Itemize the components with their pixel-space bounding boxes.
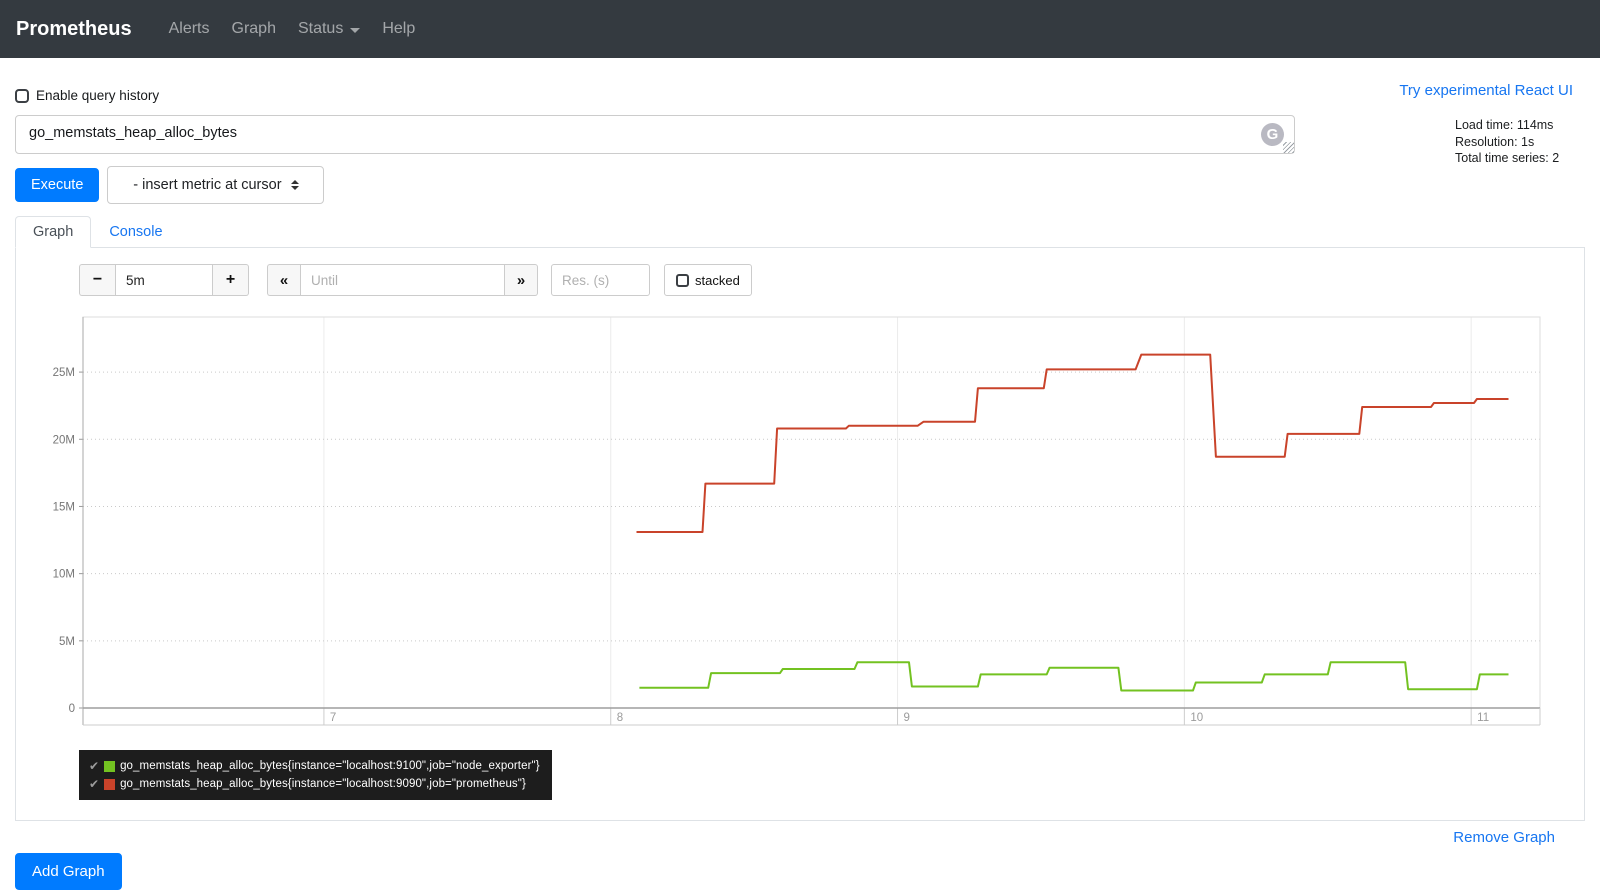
add-graph-button[interactable]: Add Graph: [15, 853, 122, 890]
legend-label: go_memstats_heap_alloc_bytes{instance="l…: [120, 760, 540, 772]
svg-text:10M: 10M: [53, 569, 75, 581]
execute-row: Execute - insert metric at cursor: [15, 166, 1585, 204]
stacked-toggle-button[interactable]: stacked: [664, 264, 752, 296]
series-swatch-green: [104, 760, 116, 772]
chart-legend: ✔ go_memstats_heap_alloc_bytes{instance=…: [79, 750, 552, 800]
check-icon: ✔: [89, 759, 100, 773]
range-input[interactable]: [115, 264, 213, 296]
stat-load-time: Load time: 114ms: [1455, 118, 1554, 132]
svg-text:25M: 25M: [53, 367, 75, 379]
query-history-row: Enable query history Try experimental Re…: [15, 82, 1585, 104]
brand-prometheus[interactable]: Prometheus: [16, 18, 132, 41]
query-stats: Load time: 114ms Resolution: 1s Total ti…: [1455, 117, 1559, 167]
graph-panel: − + « » stacked 7 8 9 10 11 0 5M 10M 15M 20M 25M ✔: [15, 248, 1585, 821]
nav-item-graph[interactable]: Graph: [232, 20, 276, 38]
nav-item-graph-label: Graph: [231, 20, 276, 37]
enable-query-history-checkbox[interactable]: [15, 88, 29, 103]
insert-metric-select-value: - insert metric at cursor: [133, 177, 282, 193]
nav-item-status[interactable]: Status: [297, 20, 361, 38]
stacked-label: stacked: [695, 272, 740, 288]
chevron-down-icon: [350, 27, 361, 33]
series-swatch-red: [104, 778, 116, 790]
top-navbar: Prometheus Alerts Graph Status Help: [0, 0, 1600, 58]
graph-loading-icon: G: [1261, 123, 1284, 146]
nav-item-help[interactable]: Help: [382, 20, 415, 38]
query-expression-input[interactable]: go_memstats_heap_alloc_bytes: [15, 115, 1295, 154]
svg-text:8: 8: [617, 712, 623, 724]
enable-query-history-label: Enable query history: [36, 88, 160, 103]
svg-text:15M: 15M: [53, 501, 75, 513]
stat-resolution: Resolution: 1s: [1455, 134, 1535, 149]
legend-item-prometheus[interactable]: ✔ go_memstats_heap_alloc_bytes{instance=…: [89, 775, 540, 793]
nav-item-status-label: Status: [297, 20, 344, 37]
nav-item-help-label: Help: [382, 20, 416, 37]
until-input[interactable]: [300, 264, 505, 296]
until-input-group: « »: [267, 264, 538, 296]
time-series-plot[interactable]: 7 8 9 10 11 0 5M 10M 15M 20M 25M: [16, 310, 1582, 740]
resolution-input[interactable]: [551, 264, 650, 296]
forward-button[interactable]: »: [505, 264, 538, 296]
stacked-checkbox[interactable]: [676, 273, 689, 287]
range-increase-button[interactable]: +: [213, 264, 249, 296]
tab-graph[interactable]: Graph: [15, 216, 92, 248]
rewind-button[interactable]: «: [267, 264, 300, 296]
legend-item-node-exporter[interactable]: ✔ go_memstats_heap_alloc_bytes{instance=…: [89, 757, 540, 775]
execute-button[interactable]: Execute: [15, 168, 100, 202]
check-icon: ✔: [89, 777, 100, 791]
add-graph-row: Add Graph: [0, 853, 1600, 890]
chart-area: 7 8 9 10 11 0 5M 10M 15M 20M 25M: [16, 310, 1584, 745]
legend-label: go_memstats_heap_alloc_bytes{instance="l…: [120, 778, 526, 790]
svg-text:9: 9: [904, 712, 910, 724]
svg-text:7: 7: [330, 712, 336, 724]
nav-item-alerts-label: Alerts: [168, 20, 210, 37]
remove-graph-link[interactable]: Remove Graph: [1453, 829, 1555, 846]
svg-text:5M: 5M: [59, 636, 75, 648]
graph-console-tabs: Graph Console: [15, 216, 1585, 248]
svg-text:10: 10: [1190, 712, 1203, 724]
try-react-ui-link[interactable]: Try experimental React UI: [1399, 82, 1573, 99]
svg-text:20M: 20M: [53, 434, 75, 446]
main-content: Enable query history Try experimental Re…: [0, 82, 1600, 847]
textarea-resize-handle[interactable]: [1283, 142, 1294, 153]
stat-total-series: Total time series: 2: [1455, 151, 1560, 165]
tab-console[interactable]: Console: [91, 216, 180, 248]
insert-metric-select[interactable]: - insert metric at cursor: [107, 166, 325, 204]
range-decrease-button[interactable]: −: [79, 264, 115, 296]
graph-controls: − + « » stacked: [79, 264, 1584, 296]
query-row: go_memstats_heap_alloc_bytes G Load time…: [15, 115, 1585, 165]
svg-text:0: 0: [69, 703, 75, 715]
range-input-group: − +: [79, 264, 249, 296]
select-updown-icon: [290, 180, 299, 190]
nav-item-alerts[interactable]: Alerts: [169, 20, 210, 38]
svg-text:11: 11: [1477, 712, 1489, 724]
remove-graph-row: Remove Graph: [15, 829, 1585, 847]
